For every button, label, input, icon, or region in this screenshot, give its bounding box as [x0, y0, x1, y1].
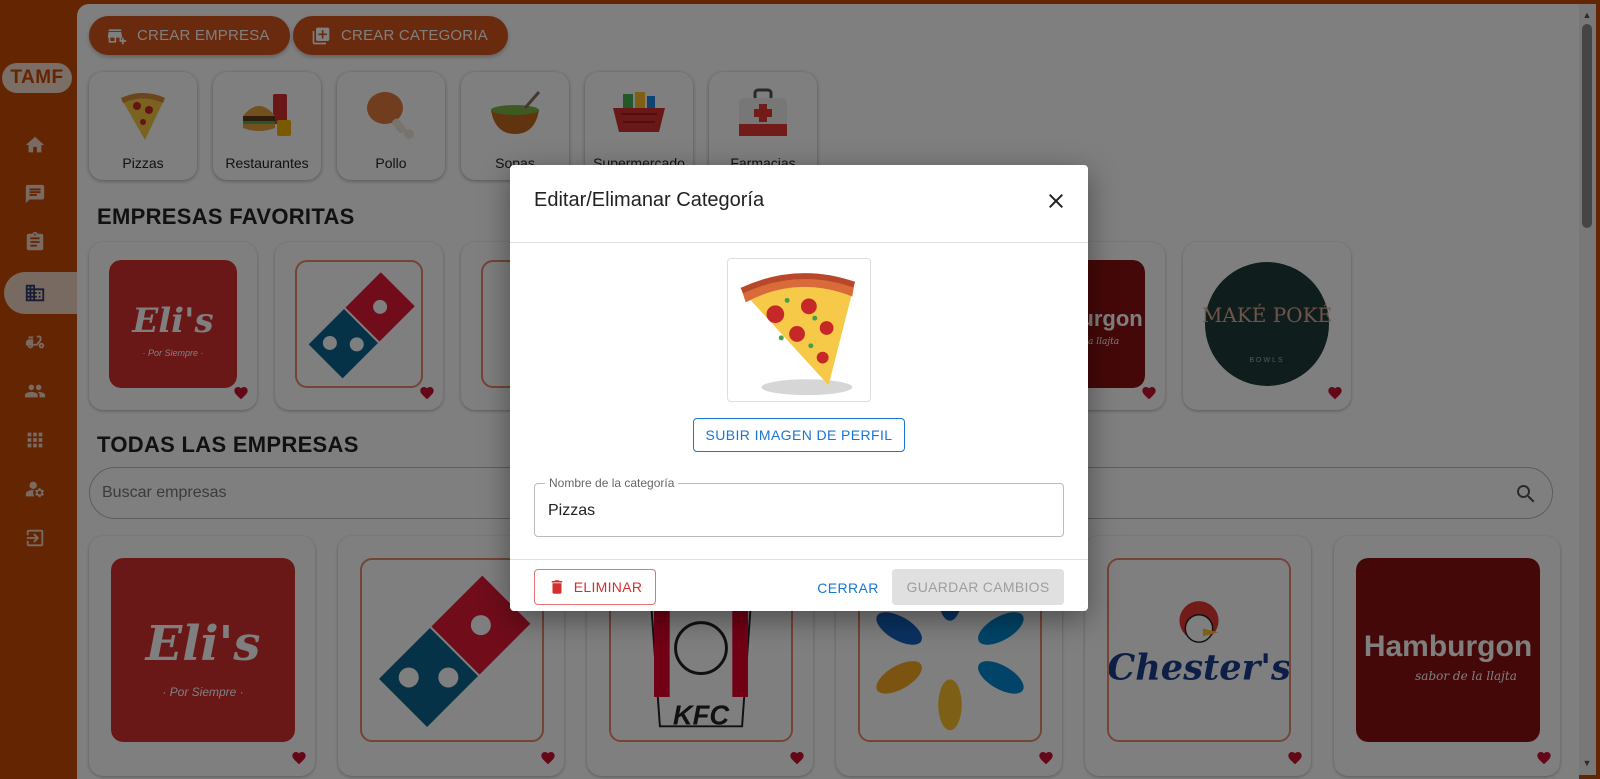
- category-name-input[interactable]: Pizzas: [548, 502, 595, 520]
- delete-button[interactable]: ELIMINAR: [534, 569, 656, 605]
- edit-category-dialog: Editar/Elimanar Categoría SUBIR IMAGEN D…: [510, 165, 1088, 611]
- save-changes-button[interactable]: GUARDAR CAMBIOS: [892, 569, 1064, 605]
- category-image-preview: [727, 258, 871, 402]
- dialog-header-divider: [510, 242, 1088, 243]
- pizza-icon: [740, 273, 856, 396]
- delete-button-label: ELIMINAR: [573, 579, 643, 595]
- dialog-title: Editar/Elimanar Categoría: [534, 189, 765, 211]
- close-button[interactable]: CERRAR: [814, 571, 882, 605]
- category-name-field[interactable]: Nombre de la categoría Pizzas: [534, 476, 1064, 537]
- dialog-footer-divider: [510, 559, 1088, 560]
- category-name-label: Nombre de la categoría: [545, 476, 679, 490]
- upload-profile-image-button[interactable]: SUBIR IMAGEN DE PERFIL: [693, 418, 905, 452]
- close-icon[interactable]: [1044, 189, 1068, 213]
- trash-icon: [551, 580, 562, 594]
